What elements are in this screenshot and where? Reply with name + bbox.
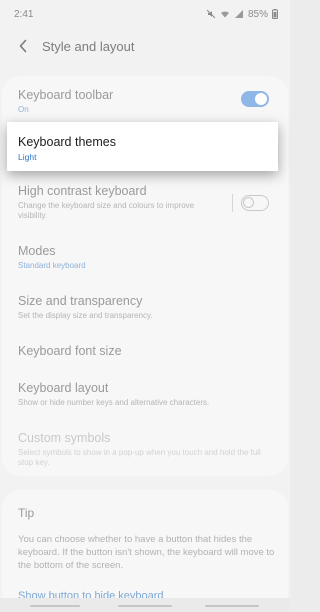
- page-title: Style and layout: [42, 38, 135, 54]
- setting-description: Show or hide number keys and alternative…: [18, 398, 210, 407]
- navigation-bar: [0, 598, 290, 612]
- setting-custom-symbols: Custom symbols Select symbols to show in…: [18, 431, 272, 468]
- setting-high-contrast-keyboard[interactable]: High contrast keyboard Change the keyboa…: [18, 184, 272, 221]
- setting-label: High contrast keyboard: [18, 184, 147, 198]
- setting-status: Light: [18, 152, 37, 162]
- nav-back-button[interactable]: [205, 605, 259, 607]
- setting-label: Keyboard themes: [18, 135, 116, 149]
- keyboard-toolbar-toggle[interactable]: [241, 91, 269, 107]
- setting-status: On: [18, 105, 29, 114]
- setting-label: Keyboard font size: [18, 344, 122, 358]
- setting-label: Keyboard layout: [18, 381, 109, 395]
- setting-keyboard-layout[interactable]: Keyboard layout Show or hide number keys…: [18, 381, 272, 408]
- setting-size-transparency[interactable]: Size and transparency Set the display si…: [18, 294, 272, 321]
- status-bar: 2:41 85%: [0, 0, 290, 28]
- settings-screen: 2:41 85% Style and layout Keyboard toolb…: [0, 0, 290, 612]
- setting-description: Select symbols to show in a pop-up when …: [18, 448, 261, 467]
- chevron-left-icon: [19, 39, 27, 53]
- header: Style and layout: [0, 28, 290, 64]
- setting-label: Size and transparency: [18, 294, 143, 308]
- tip-body: You can choose whether to have a button …: [18, 534, 275, 571]
- mute-icon: [206, 9, 216, 19]
- tip-card: Tip You can choose whether to have a but…: [2, 490, 288, 612]
- nav-recents-button[interactable]: [30, 605, 80, 607]
- nav-home-button[interactable]: [118, 605, 172, 607]
- setting-status: Standard keyboard: [18, 261, 86, 270]
- tip-title: Tip: [18, 506, 35, 520]
- setting-label: Custom symbols: [18, 431, 111, 445]
- battery-percent: 85%: [247, 8, 268, 20]
- status-icons: 85%: [206, 9, 278, 20]
- setting-modes[interactable]: Modes Standard keyboard: [18, 244, 272, 271]
- wifi-icon: [220, 11, 229, 18]
- setting-description: Set the display size and transparency.: [18, 311, 153, 320]
- signal-icon: [234, 10, 243, 18]
- setting-keyboard-toolbar[interactable]: Keyboard toolbar On: [18, 88, 272, 115]
- back-button[interactable]: [12, 35, 34, 57]
- high-contrast-toggle[interactable]: [241, 195, 269, 211]
- status-time: 2:41: [14, 8, 34, 20]
- setting-label: Modes: [18, 244, 56, 258]
- setting-description: Change the keyboard size and colours to …: [18, 201, 195, 220]
- toggle-knob: [255, 93, 267, 105]
- toggle-knob: [243, 197, 254, 208]
- setting-keyboard-font-size[interactable]: Keyboard font size: [18, 344, 272, 358]
- divider: [232, 194, 233, 212]
- setting-keyboard-themes[interactable]: Keyboard themes Light: [7, 122, 278, 171]
- battery-icon: [272, 9, 278, 19]
- setting-label: Keyboard toolbar: [18, 88, 114, 102]
